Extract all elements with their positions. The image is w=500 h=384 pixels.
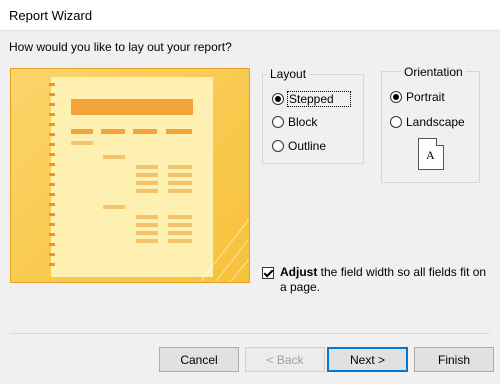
orientation-option-portrait[interactable]: Portrait xyxy=(390,90,445,104)
back-button[interactable]: < Back xyxy=(245,347,325,372)
layout-prompt: How would you like to lay out your repor… xyxy=(9,40,232,54)
page-icon-letter: A xyxy=(426,148,435,162)
report-header-bar xyxy=(71,99,193,115)
adjust-width-label[interactable]: Adjust the field width so all fields fit… xyxy=(280,265,490,295)
portrait-label: Portrait xyxy=(406,90,445,104)
orientation-option-landscape[interactable]: Landscape xyxy=(390,115,465,129)
title-bar: Report Wizard xyxy=(0,0,500,31)
layout-option-outline[interactable]: Outline xyxy=(272,139,326,153)
orientation-group-title: Orientation xyxy=(401,65,466,79)
layout-option-stepped[interactable]: Stepped xyxy=(272,91,351,107)
block-label: Block xyxy=(288,115,318,129)
stepped-radio[interactable] xyxy=(272,93,284,105)
landscape-radio[interactable] xyxy=(390,116,402,128)
layout-option-block[interactable]: Block xyxy=(272,115,317,129)
window-title: Report Wizard xyxy=(9,8,93,23)
report-preview-graphic xyxy=(11,69,249,282)
button-separator xyxy=(10,333,490,334)
finish-button[interactable]: Finish xyxy=(414,347,494,372)
portrait-radio[interactable] xyxy=(390,91,402,103)
next-button[interactable]: Next > xyxy=(327,347,408,372)
layout-group-title: Layout xyxy=(267,67,310,81)
outline-radio[interactable] xyxy=(272,140,284,152)
block-radio[interactable] xyxy=(272,116,284,128)
portrait-page-icon: A xyxy=(418,138,444,170)
stepped-label: Stepped xyxy=(287,91,351,107)
layout-preview xyxy=(10,68,250,283)
adjust-width-checkbox[interactable] xyxy=(262,267,274,279)
landscape-label: Landscape xyxy=(406,115,465,129)
adjust-label-bold: Adjust xyxy=(280,265,318,279)
outline-label: Outline xyxy=(288,139,327,153)
cancel-button[interactable]: Cancel xyxy=(159,347,239,372)
